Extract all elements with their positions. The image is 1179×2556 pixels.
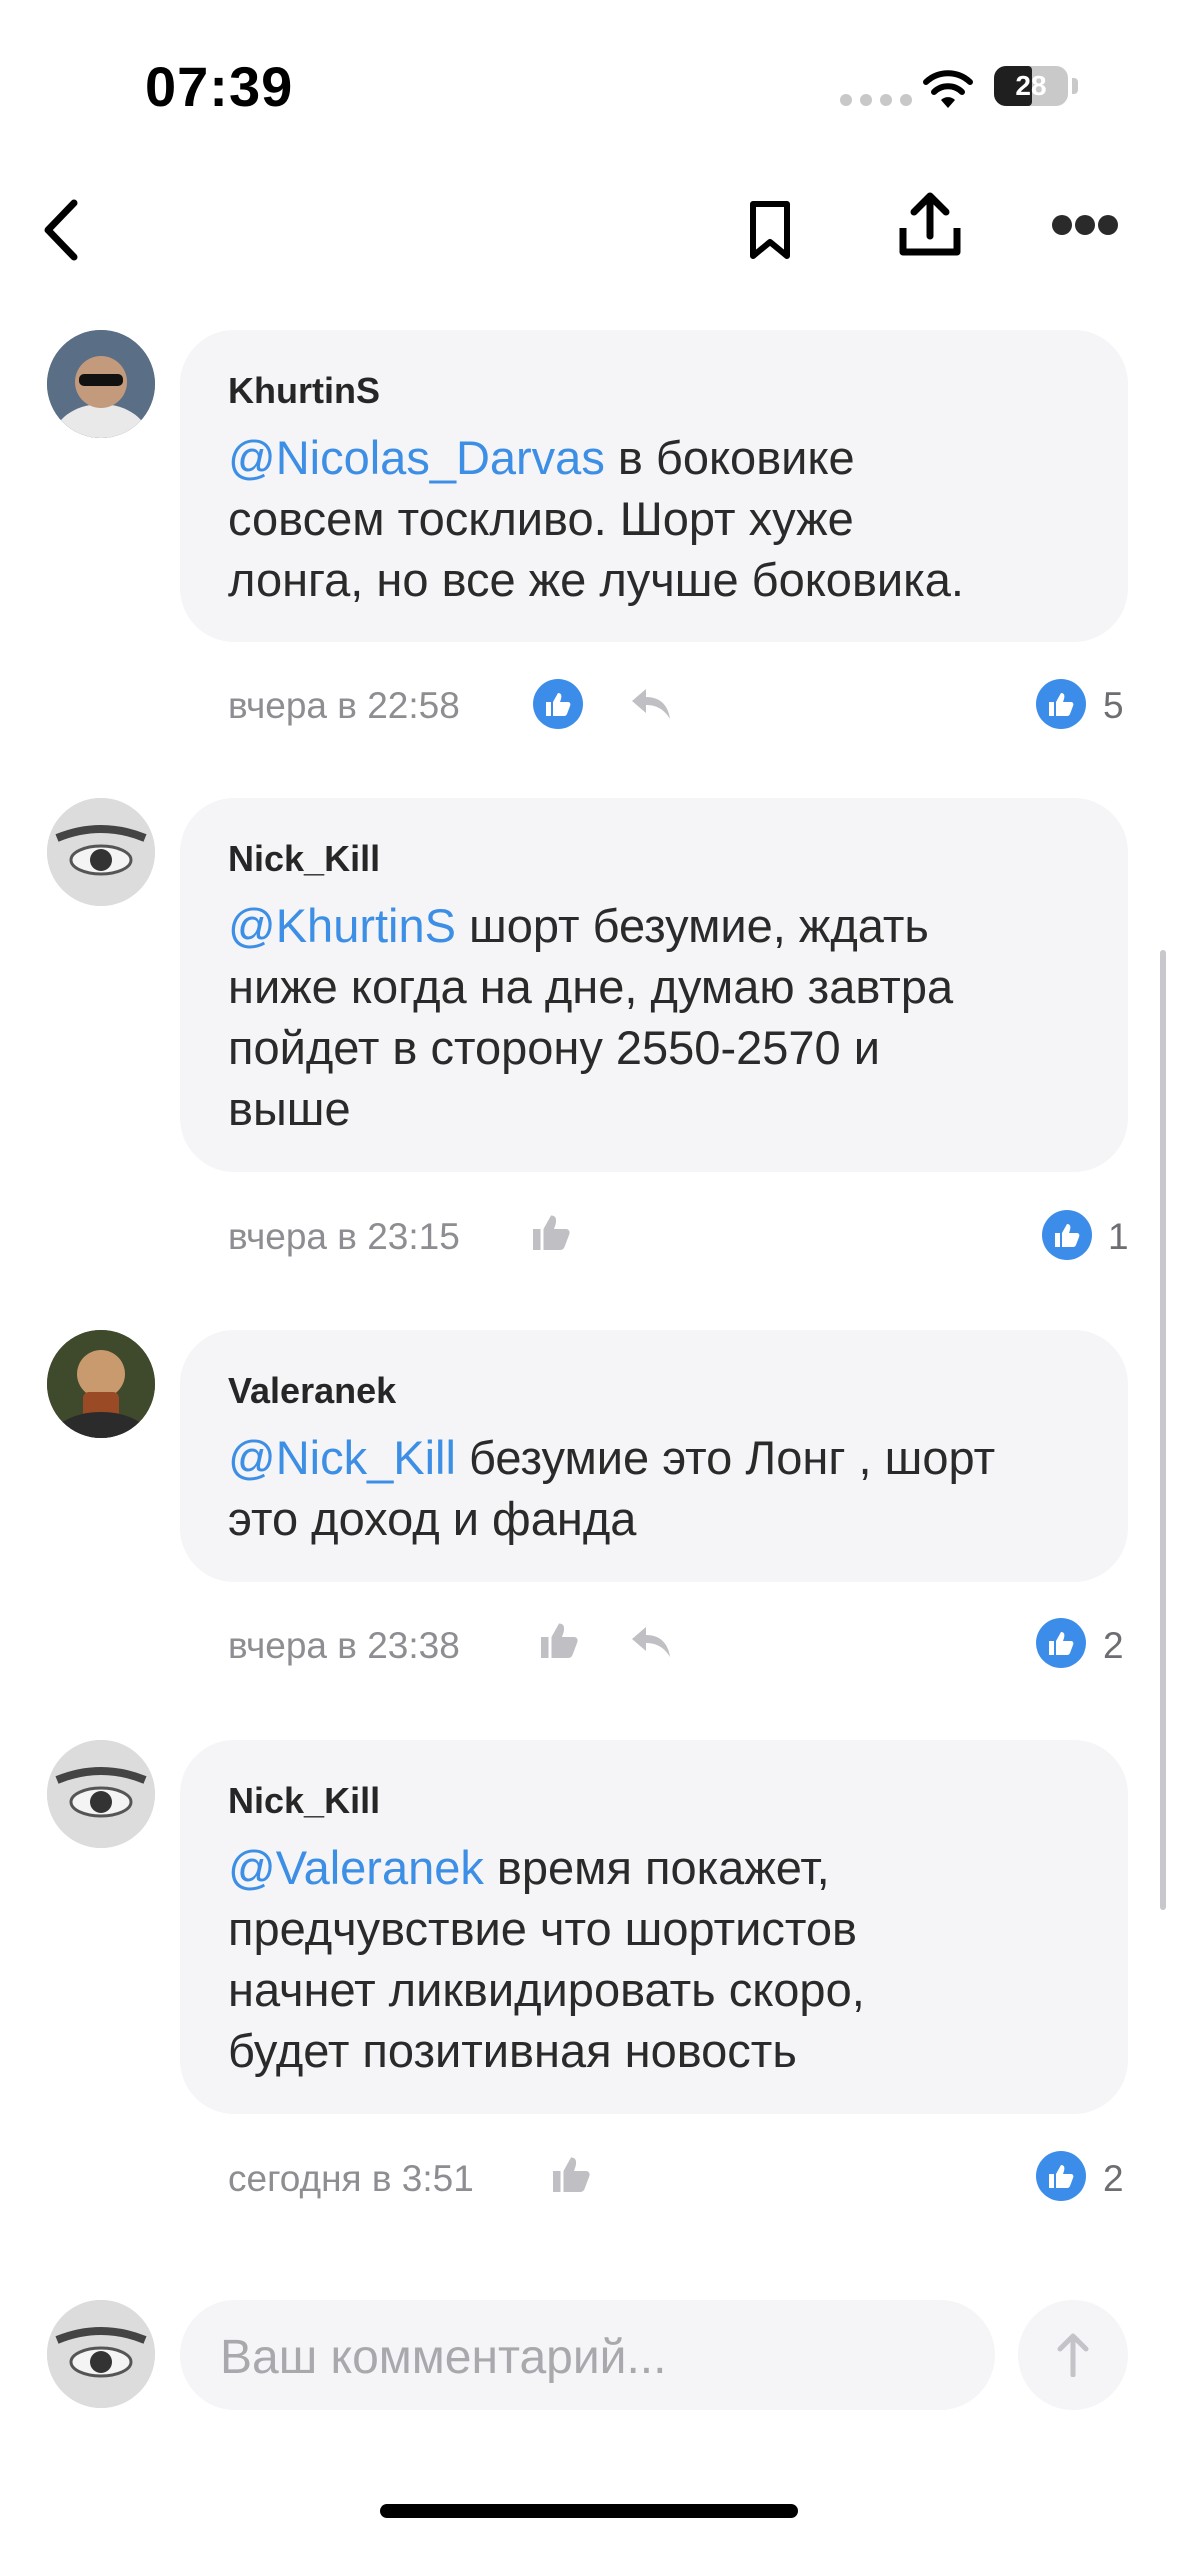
like-count: 1 [1108,1216,1129,1257]
signal-icon [840,94,912,106]
avatar-image [47,2300,155,2408]
like-button[interactable] [533,679,583,729]
like-button[interactable] [550,2154,592,2199]
thumb-up-icon [1049,1632,1074,1655]
avatar-image [47,330,155,438]
reply-button[interactable] [630,1623,674,1666]
chevron-left-icon [44,199,78,261]
thumb-up-icon [1055,1224,1080,1247]
like-button[interactable] [538,1620,580,1665]
reply-button[interactable] [630,685,674,728]
comment-time: вчера в 22:58 [228,685,460,726]
comment-text: @Nick_Kill безумие это Лонг , шорт это д… [228,1431,996,1545]
likes-indicator[interactable] [1036,679,1086,729]
avatar-image [47,1330,155,1438]
comment-author[interactable]: Nick_Kill [228,838,380,880]
like-count: 5 [1103,685,1124,726]
comment-author[interactable]: Valeranek [228,1370,396,1412]
likes-indicator[interactable] [1042,1210,1092,1260]
status-time: 07:39 [145,55,294,118]
more-icon [1052,215,1118,235]
comment-text: @KhurtinS шорт безумие, ждать ниже когда… [228,899,954,1135]
battery-level: 28 [1015,70,1047,101]
comment-input[interactable]: Ваш комментарий... [180,2300,995,2410]
reply-icon [632,1627,670,1657]
comment-author[interactable]: Nick_Kill [228,1780,380,1822]
send-button[interactable] [1018,2300,1128,2410]
avatar-image [47,1740,155,1848]
avatar[interactable] [47,1740,155,1848]
wifi-icon [923,70,973,108]
mention-link[interactable]: @Nicolas_Darvas [228,431,605,484]
arrow-up-icon [1057,2333,1089,2377]
like-button[interactable] [530,1212,572,1257]
comment-input-placeholder: Ваш комментарий... [220,2331,667,2384]
comment-bubble: Valeranek @Nick_Kill безумие это Лонг , … [180,1330,1128,1582]
thumb-up-icon [533,1215,570,1250]
likes-indicator[interactable] [1036,1618,1086,1668]
bookmark-button[interactable] [730,185,810,275]
comment-author[interactable]: KhurtinS [228,370,380,412]
share-button[interactable] [885,180,975,270]
avatar[interactable] [47,330,155,438]
thumb-up-icon [1049,2165,1074,2188]
bookmark-icon [750,201,790,259]
more-button[interactable] [1045,195,1125,255]
thumb-up-icon [546,693,571,716]
mention-link[interactable]: @Nick_Kill [228,1431,456,1484]
reply-icon [632,689,670,719]
avatar-image [47,798,155,906]
comment-text: @Valeranek время покажет, предчувствие ч… [228,1841,865,2077]
comment-bubble: Nick_Kill @Valeranek время покажет, пред… [180,1740,1128,2114]
thumb-up-icon [1049,693,1074,716]
comment-time: вчера в 23:15 [228,1216,460,1257]
home-indicator [380,2504,798,2518]
likes-indicator[interactable] [1036,2151,1086,2201]
mention-link[interactable]: @Valeranek [228,1841,484,1894]
comment-time: вчера в 23:38 [228,1625,460,1666]
like-count: 2 [1103,1625,1124,1666]
scrollbar[interactable] [1160,950,1166,1910]
comment-bubble: KhurtinS @Nicolas_Darvas в боковике совс… [180,330,1128,642]
like-count: 2 [1103,2158,1124,2199]
battery-icon: 28 [994,66,1068,106]
current-user-avatar [47,2300,155,2408]
share-icon [899,192,961,256]
avatar[interactable] [47,798,155,906]
comment-time: сегодня в 3:51 [228,2158,474,2199]
thumb-up-icon [553,2157,590,2192]
comment-bubble: Nick_Kill @KhurtinS шорт безумие, ждать … [180,798,1128,1172]
mention-link[interactable]: @KhurtinS [228,899,456,952]
comment-text: @Nicolas_Darvas в боковике совсем тоскли… [228,431,964,606]
thumb-up-icon [541,1623,578,1658]
avatar[interactable] [47,1330,155,1438]
back-button[interactable] [20,190,100,270]
